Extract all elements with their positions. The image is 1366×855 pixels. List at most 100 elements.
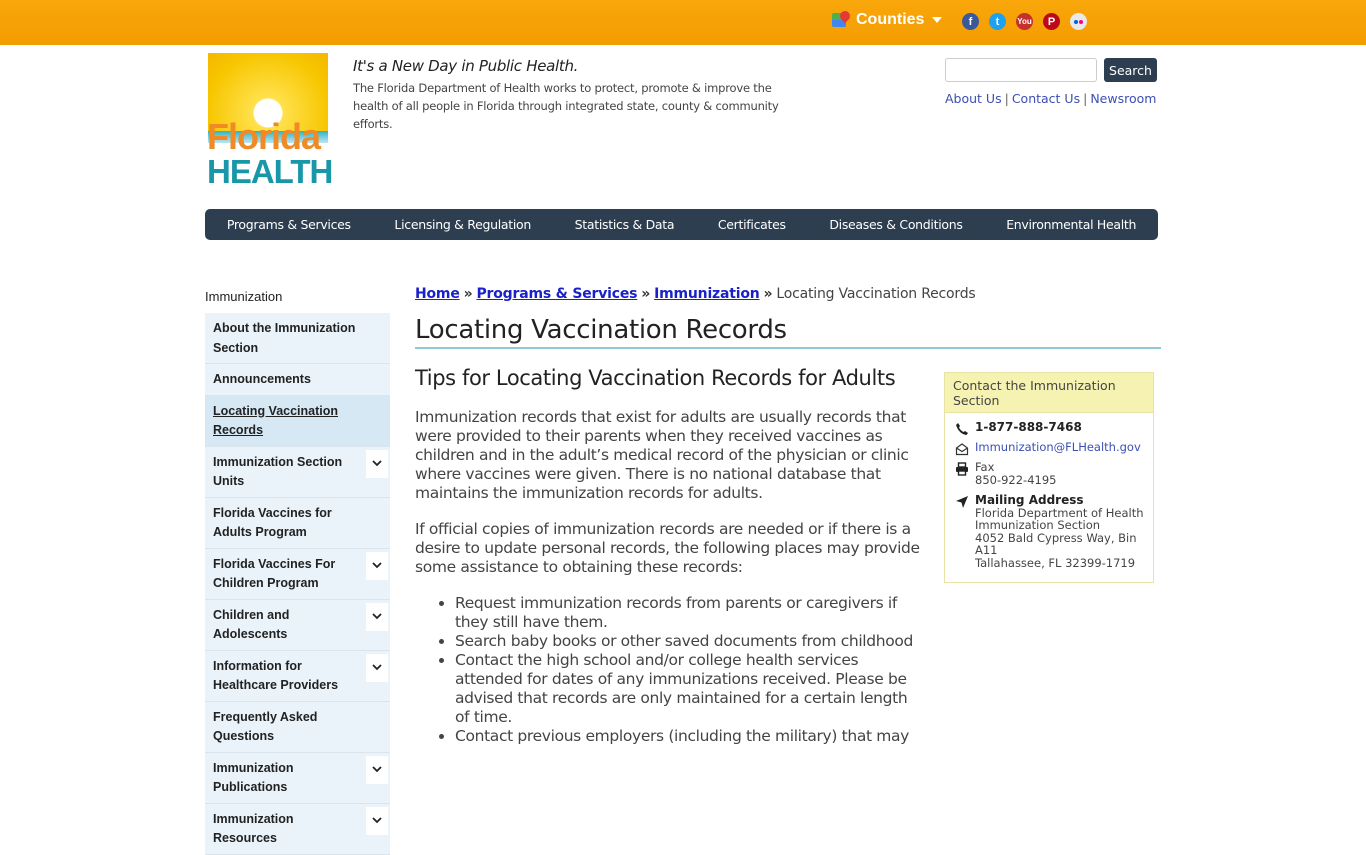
sidebar-item[interactable]: Immunization Section Units (205, 446, 390, 498)
pinterest-icon[interactable]: P (1043, 13, 1060, 30)
contact-phone: 1-877-888-7468 (945, 420, 1153, 435)
logo-text-health: HEALTH (207, 153, 333, 190)
logo-text-florida: Florida (207, 116, 321, 157)
expand-toggle-button[interactable] (366, 602, 388, 631)
intro-paragraph: Immunization records that exist for adul… (415, 408, 909, 502)
chevron-down-icon (372, 766, 382, 773)
sidebar-item-label: Immunization Resources (213, 811, 294, 846)
newsroom-link[interactable]: Newsroom (1090, 91, 1156, 106)
counties-label: Counties (856, 11, 925, 28)
email-link[interactable]: Immunization@FLHealth.gov (975, 440, 1141, 454)
sidebar-item-label: Information for Healthcare Providers (213, 658, 339, 693)
separator: | (1004, 91, 1009, 106)
breadcrumb-programs-services[interactable]: Programs & Services (476, 286, 637, 302)
sidebar-item[interactable]: Florida Vaccines For Children Program (205, 548, 390, 600)
sidebar-item[interactable]: Frequently Asked Questions (205, 701, 390, 753)
contact-us-link[interactable]: Contact Us (1012, 91, 1080, 106)
nav-statistics-data[interactable]: Statistics & Data (575, 217, 675, 232)
counties-dropdown[interactable]: Counties (832, 8, 943, 29)
youtube-icon[interactable]: You (1016, 13, 1033, 30)
tagline: It's a New Day in Public Health. (353, 57, 579, 75)
contact-fax: Fax 850-922-4195 (945, 461, 1153, 486)
chevron-down-icon (372, 562, 382, 569)
list-item: Search baby books or other saved documen… (455, 632, 925, 651)
sidebar-item-label: Children and Adolescents (213, 607, 290, 642)
breadcrumb-separator: » (763, 286, 773, 302)
sidebar-item[interactable]: Locating Vaccination Records (205, 395, 390, 447)
sidebar-item-label: Florida Vaccines for Adults Program (213, 505, 332, 540)
sidebar-title: Immunization (205, 289, 283, 304)
chevron-down-icon (372, 460, 382, 467)
separator: | (1083, 91, 1088, 106)
nav-environmental-health[interactable]: Environmental Health (1006, 217, 1136, 232)
about-us-link[interactable]: About Us (945, 91, 1002, 106)
expand-toggle-button[interactable] (366, 449, 388, 478)
breadcrumb-immunization[interactable]: Immunization (654, 286, 760, 302)
sidebar-nav: About the Immunization Section Announceme… (205, 313, 390, 855)
expand-toggle-button[interactable] (366, 755, 388, 784)
fax-label: Fax (975, 460, 995, 474)
social-links: f t You P (962, 13, 1087, 30)
official-copies-paragraph: If official copies of immunization recor… (415, 520, 920, 576)
breadcrumb: Home» Programs & Services» Immunization» Lo… (415, 286, 976, 302)
sidebar-item-label: Florida Vaccines For Children Program (213, 556, 336, 591)
utility-links: About Us | Contact Us | Newsroom (945, 91, 1156, 106)
tips-list: Request immunization records from parent… (455, 594, 925, 746)
search-input[interactable] (945, 58, 1097, 82)
sidebar-item[interactable]: Immunization Publications (205, 752, 390, 804)
contact-email: Immunization@FLHealth.gov (945, 440, 1153, 455)
section-subtitle: Tips for Locating Vaccination Records fo… (415, 366, 896, 390)
search-button[interactable]: Search (1104, 58, 1157, 82)
contact-box: Contact the Immunization Section 1-877-8… (944, 372, 1154, 583)
mailing-address-label: Mailing Address (975, 493, 1084, 507)
chevron-down-icon (372, 817, 382, 824)
location-arrow-icon (956, 496, 968, 508)
nav-licensing-regulation[interactable]: Licensing & Regulation (394, 217, 531, 232)
expand-toggle-button[interactable] (366, 653, 388, 682)
nav-diseases-conditions[interactable]: Diseases & Conditions (829, 217, 963, 232)
contact-mailing-address: Mailing Address Florida Department of He… (945, 494, 1153, 569)
sidebar-item-label: Immunization Publications (213, 760, 294, 795)
breadcrumb-home[interactable]: Home (415, 286, 460, 302)
expand-toggle-button[interactable] (366, 806, 388, 835)
florida-health-logo[interactable]: Florida HEALTH (207, 53, 333, 189)
breadcrumb-current: Locating Vaccination Records (776, 286, 976, 302)
sidebar-item-label: Announcements (213, 372, 311, 386)
sidebar-item[interactable]: About the Immunization Section (205, 313, 390, 364)
printer-icon (956, 462, 968, 476)
google-maps-icon (832, 8, 853, 29)
envelope-open-icon (955, 442, 969, 455)
breadcrumb-separator: » (463, 286, 473, 302)
phone-number[interactable]: 1-877-888-7468 (975, 420, 1082, 434)
address-line: Immunization Section (975, 518, 1101, 532)
sidebar-item[interactable]: Children and Adolescents (205, 599, 390, 651)
nav-programs-services[interactable]: Programs & Services (227, 217, 351, 232)
list-item: Request immunization records from parent… (455, 594, 925, 632)
address-line: 4052 Bald Cypress Way, Bin A11 (975, 530, 1137, 557)
chevron-down-icon (372, 664, 382, 671)
mission-statement: The Florida Department of Health works t… (353, 81, 779, 131)
fax-number: 850-922-4195 (975, 472, 1057, 487)
sidebar-item-label: About the Immunization Section (213, 321, 356, 355)
sidebar-item[interactable]: Florida Vaccines for Adults Program (205, 497, 390, 549)
caret-down-icon (932, 17, 943, 23)
page-title: Locating Vaccination Records (415, 315, 1161, 349)
sidebar-item[interactable]: Immunization Resources (205, 803, 390, 855)
chevron-down-icon (372, 613, 382, 620)
flickr-icon[interactable] (1070, 13, 1087, 30)
twitter-icon[interactable]: t (989, 13, 1006, 30)
main-nav: Programs & Services Licensing & Regulati… (205, 209, 1158, 240)
list-item: Contact the high school and/or college h… (455, 651, 925, 727)
list-item: Contact previous employers (including th… (455, 727, 925, 746)
top-bar: Counties f t You P (0, 0, 1366, 45)
facebook-icon[interactable]: f (962, 13, 979, 30)
sidebar-item[interactable]: Information for Healthcare Providers (205, 650, 390, 702)
expand-toggle-button[interactable] (366, 551, 388, 580)
nav-certificates[interactable]: Certificates (718, 217, 786, 232)
sidebar-item-label: Locating Vaccination Records (213, 403, 339, 438)
contact-header: Contact the Immunization Section (945, 373, 1153, 413)
breadcrumb-separator: » (641, 286, 651, 302)
sidebar-item-label: Immunization Section Units (213, 454, 343, 489)
sidebar-item[interactable]: Announcements (205, 364, 390, 396)
sidebar-item-label: Frequently Asked Questions (213, 709, 318, 744)
